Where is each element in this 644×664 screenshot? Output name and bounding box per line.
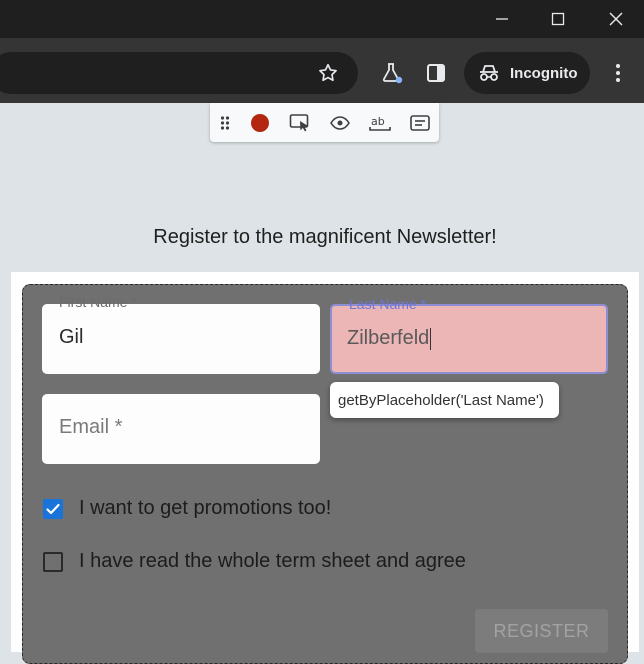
recorder-toolbar: ab <box>210 103 439 142</box>
first-name-value: Gil <box>59 326 84 348</box>
checkmark-icon <box>46 503 60 514</box>
drag-handle-icon[interactable] <box>213 111 237 135</box>
address-bar[interactable] <box>0 52 358 94</box>
maximize-icon[interactable] <box>538 4 578 34</box>
promotions-checkbox[interactable] <box>43 498 63 519</box>
incognito-icon <box>478 64 500 82</box>
register-button[interactable]: REGISTER <box>475 609 608 653</box>
locator-tooltip: getByPlaceholder('Last Name') <box>330 382 559 418</box>
last-name-value: Zilberfeld <box>347 327 432 350</box>
minimize-icon[interactable] <box>482 4 522 34</box>
terms-checkbox-row[interactable]: I have read the whole term sheet and agr… <box>43 550 466 573</box>
side-panel-icon[interactable] <box>424 61 448 85</box>
svg-text:ab: ab <box>371 115 385 128</box>
star-icon[interactable] <box>316 61 340 85</box>
email-placeholder: Email * <box>59 416 123 438</box>
last-name-label: Last Name * <box>349 296 427 312</box>
email-field[interactable]: Email * <box>42 394 320 464</box>
first-name-field[interactable]: First Name * Gil <box>42 294 320 374</box>
terms-checkbox[interactable] <box>43 551 63 572</box>
incognito-badge[interactable]: Incognito <box>464 52 590 94</box>
first-name-label: First Name * <box>59 294 137 310</box>
pick-locator-icon[interactable] <box>288 111 312 135</box>
record-icon[interactable] <box>248 111 272 135</box>
assert-value-icon[interactable] <box>408 111 432 135</box>
flask-icon[interactable] <box>378 60 404 86</box>
assert-text-icon[interactable]: ab <box>368 111 392 135</box>
window-titlebar <box>0 0 644 38</box>
browser-toolbar: Incognito <box>0 38 644 103</box>
promotions-label: I want to get promotions too! <box>79 497 332 519</box>
kebab-menu-icon[interactable] <box>606 61 630 85</box>
last-name-field[interactable]: Last Name * Zilberfeld <box>330 296 608 374</box>
close-icon[interactable] <box>596 4 636 34</box>
page-title: Register to the magnificent Newsletter! <box>153 226 497 248</box>
assert-visibility-icon[interactable] <box>328 111 352 135</box>
text-caret <box>430 327 432 350</box>
promotions-checkbox-row[interactable]: I want to get promotions too! <box>43 497 331 520</box>
incognito-label: Incognito <box>510 64 578 82</box>
terms-label: I have read the whole term sheet and agr… <box>79 550 466 572</box>
